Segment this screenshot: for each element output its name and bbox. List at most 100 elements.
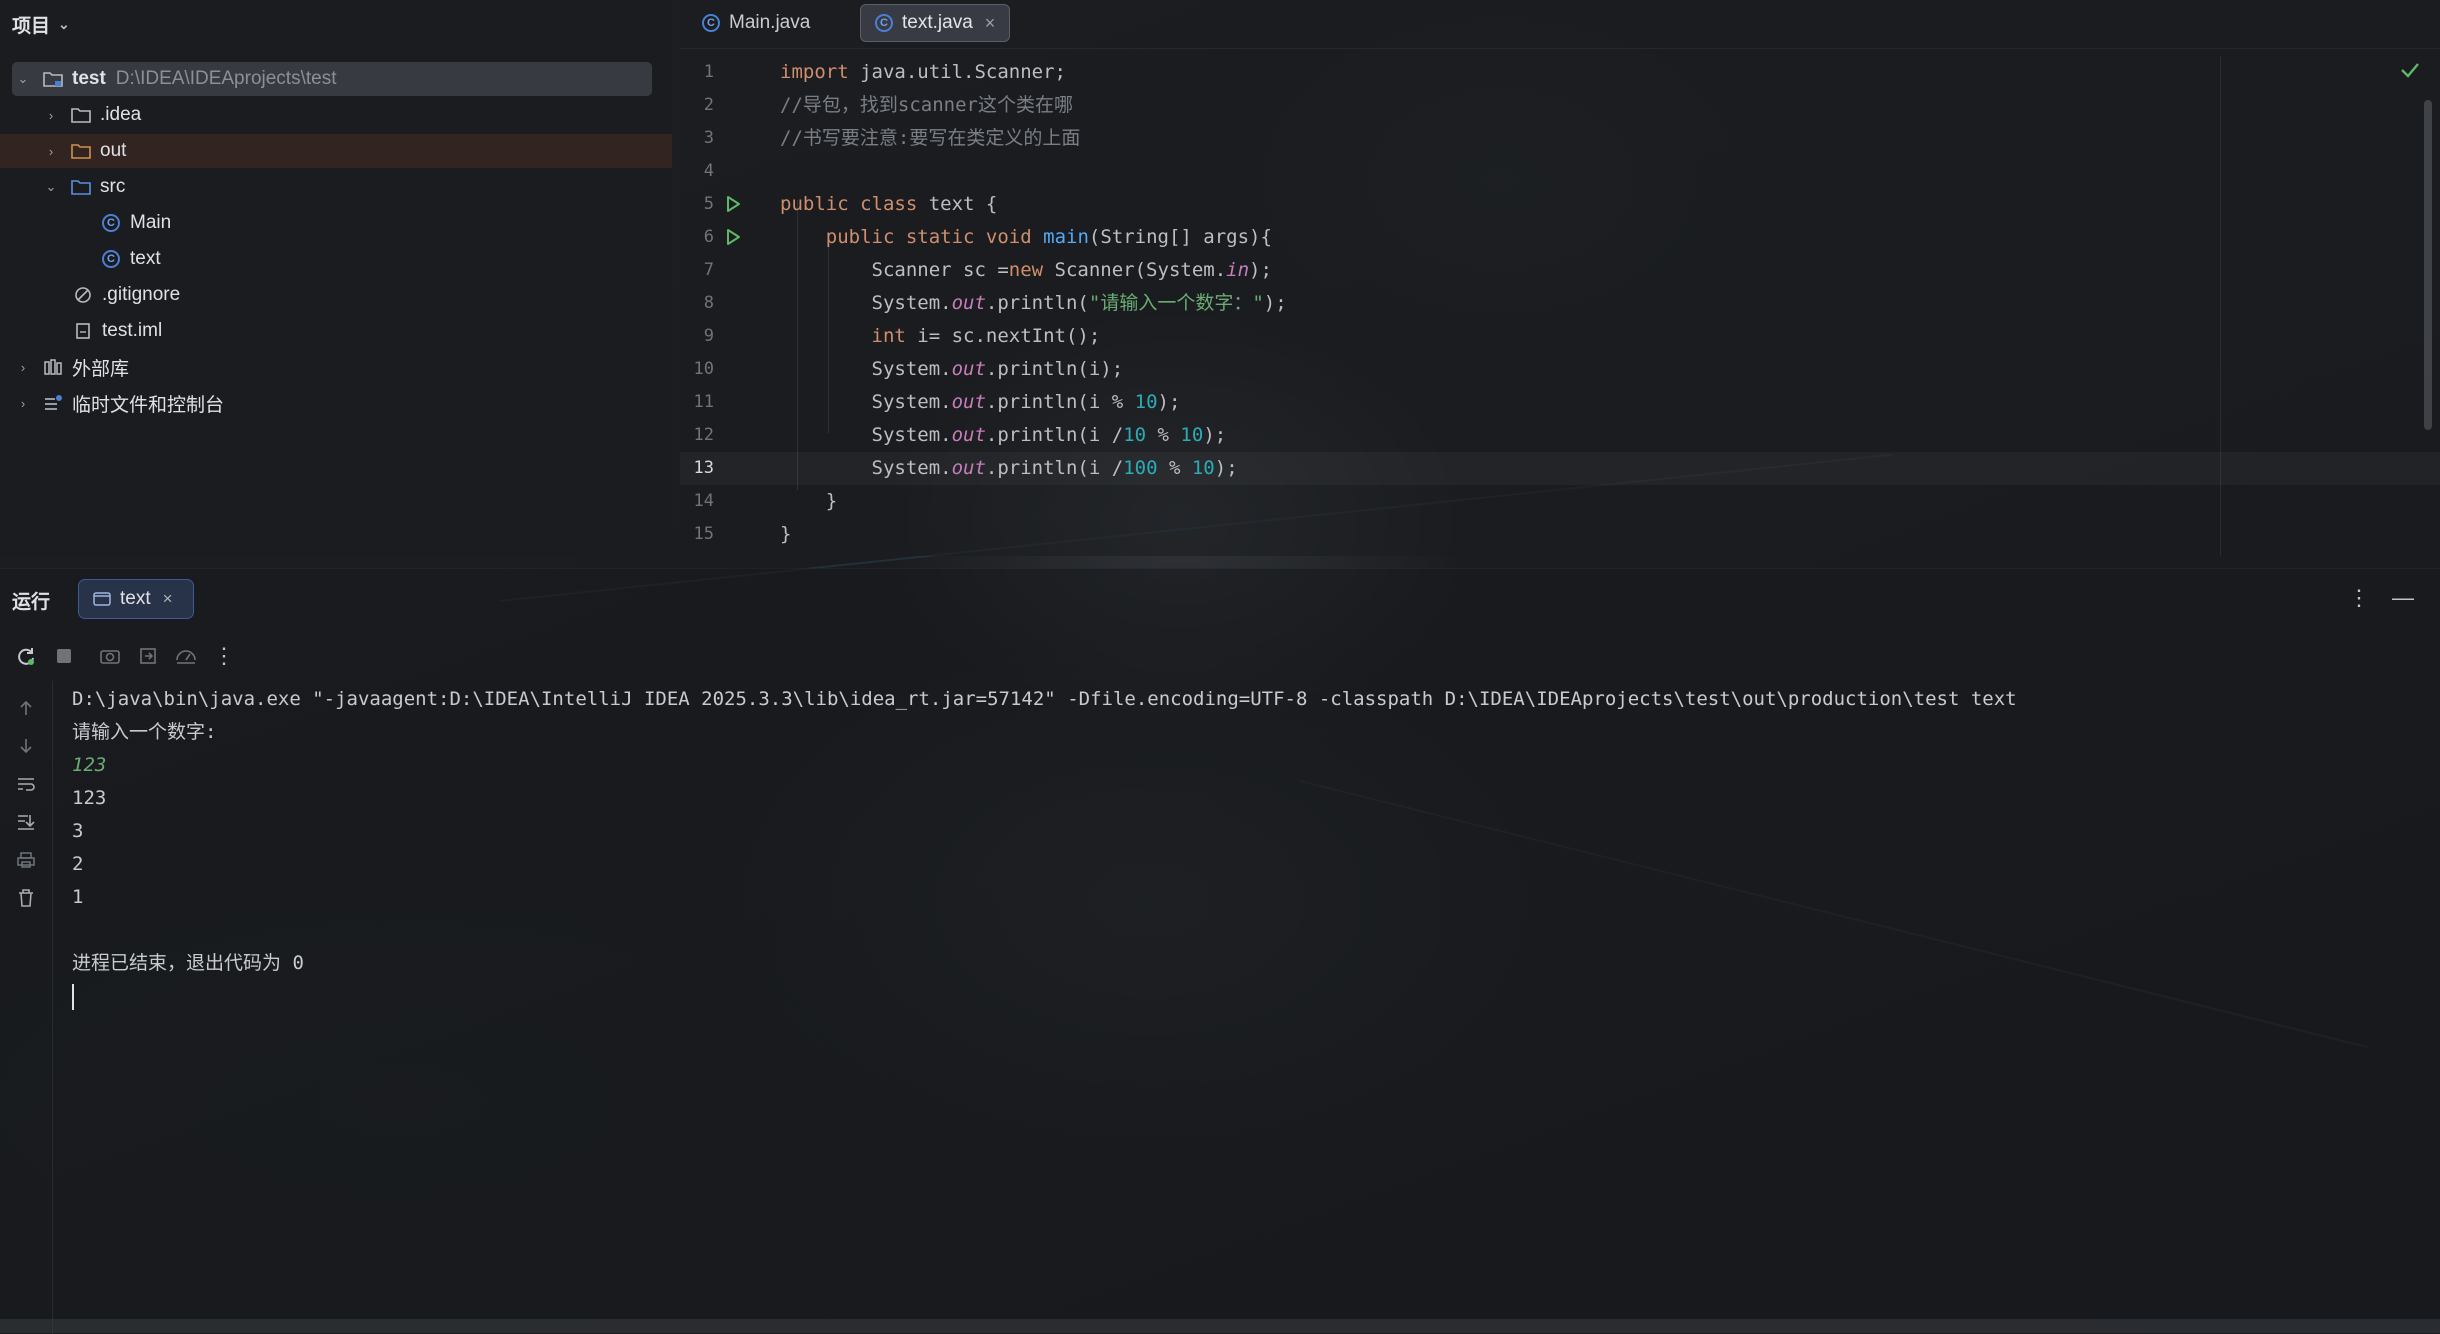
- module-file-icon: [72, 321, 94, 341]
- line-number: 12: [693, 425, 714, 445]
- line-number: 5: [703, 194, 714, 214]
- tree-item-test-iml[interactable]: test.iml: [72, 314, 162, 348]
- tab-label: text.java: [902, 12, 973, 33]
- console-line: 3: [72, 820, 84, 842]
- tree-item-label: src: [100, 176, 126, 197]
- console-user-input: 123: [72, 754, 107, 776]
- tree-item-scratches[interactable]: › 临时文件和控制台: [14, 386, 224, 420]
- code-line: System.out.println(i /10 % 10);: [780, 424, 1227, 446]
- project-panel-title: 项目: [12, 15, 51, 37]
- code-area[interactable]: import java.util.Scanner; //导包，找到scanner…: [680, 56, 2440, 551]
- editor-scrollbar[interactable]: [2424, 100, 2432, 430]
- tree-item-text-class[interactable]: C text: [100, 242, 161, 276]
- code-line: System.out.println(i % 10);: [780, 391, 1181, 413]
- run-class-icon[interactable]: [723, 194, 743, 214]
- code-line: System.out.println(i);: [780, 358, 1124, 380]
- chevron-down-icon[interactable]: ⌄: [58, 16, 70, 33]
- no-problems-check-icon[interactable]: [2400, 62, 2420, 78]
- code-line: int i= sc.nextInt();: [871, 325, 1101, 347]
- run-title: 运行: [12, 592, 51, 613]
- tree-item-gitignore[interactable]: .gitignore: [72, 278, 180, 312]
- source-folder-icon: [70, 177, 92, 197]
- more-options-icon[interactable]: ⋮: [2348, 585, 2370, 611]
- tab-label: Main.java: [729, 12, 811, 33]
- tree-item-label: test.iml: [102, 320, 163, 341]
- tree-item-label: Main: [130, 212, 172, 233]
- chevron-right-icon[interactable]: ›: [42, 144, 60, 159]
- code-line: //导包，找到scanner这个类在哪: [780, 94, 1073, 116]
- run-header: 运行 text × ⋮ —: [0, 569, 2440, 629]
- run-toolbar: ⋮: [0, 633, 314, 679]
- line-number: 1: [703, 62, 714, 82]
- stop-icon[interactable]: [52, 644, 76, 668]
- scroll-up-icon[interactable]: [0, 689, 52, 727]
- close-icon[interactable]: ×: [163, 589, 173, 609]
- line-number: 2: [703, 95, 714, 115]
- code-line: public class text {: [780, 193, 998, 215]
- line-number: 11: [693, 392, 714, 412]
- tree-item-test-root[interactable]: ⌄ test D:\IDEA\IDEAprojects\test: [12, 62, 652, 96]
- code-line: Scanner sc =new Scanner(System.in);: [780, 259, 1272, 281]
- project-panel-header[interactable]: 项目 ⌄: [0, 0, 672, 48]
- soft-wrap-icon[interactable]: [0, 765, 52, 803]
- tree-item-label: 临时文件和控制台: [72, 394, 225, 416]
- code-line-current: System.out.println(i /100 % 10);: [680, 452, 2440, 485]
- line-number: 6: [703, 227, 714, 247]
- tree-item-src[interactable]: ⌄ src: [42, 170, 126, 204]
- more-options-icon[interactable]: ⋮: [212, 643, 236, 668]
- chevron-down-icon[interactable]: ⌄: [14, 71, 32, 87]
- tab-main-java[interactable]: C Main.java: [688, 4, 824, 42]
- console-side-toolbar: [0, 689, 52, 917]
- chevron-right-icon[interactable]: ›: [42, 108, 60, 123]
- line-number: 4: [703, 161, 714, 181]
- line-number: 9: [703, 326, 714, 346]
- minimize-icon[interactable]: —: [2392, 585, 2414, 611]
- java-class-icon: C: [100, 249, 122, 269]
- scratches-icon: [42, 393, 64, 413]
- console-output[interactable]: D:\java\bin\java.exe "-javaagent:D:\IDEA…: [72, 683, 2420, 1013]
- chevron-right-icon[interactable]: ›: [14, 396, 32, 411]
- line-number: 7: [703, 260, 714, 280]
- tree-item-out[interactable]: › out: [0, 134, 672, 168]
- camera-icon[interactable]: [98, 644, 122, 668]
- chevron-right-icon[interactable]: ›: [14, 360, 32, 375]
- console-input-line[interactable]: [72, 980, 2420, 1013]
- scroll-down-icon[interactable]: [0, 727, 52, 765]
- tree-item-label: 外部库: [72, 358, 130, 380]
- run-main-icon[interactable]: [723, 227, 743, 247]
- line-number: 14: [693, 491, 714, 511]
- exit-icon[interactable]: [136, 644, 160, 668]
- tree-item-label: text: [130, 248, 161, 269]
- tree-item-main-class[interactable]: C Main: [100, 206, 171, 240]
- code-line: }: [780, 490, 838, 512]
- code-line: import java.util.Scanner;: [780, 61, 1066, 83]
- line-number: 15: [693, 524, 714, 544]
- code-editor: C Main.java C text.java × 1 2 3 4 5 6 7 …: [680, 0, 2440, 556]
- trash-icon[interactable]: [0, 879, 52, 917]
- close-icon[interactable]: ×: [985, 13, 996, 34]
- chevron-down-icon[interactable]: ⌄: [42, 179, 60, 195]
- horizontal-scrollbar[interactable]: [0, 1319, 2440, 1333]
- tree-item-idea[interactable]: › .idea: [42, 98, 141, 132]
- code-line: System.out.println("请输入一个数字：");: [780, 292, 1287, 314]
- tree-item-external-libraries[interactable]: › 外部库: [14, 350, 129, 384]
- print-icon[interactable]: [0, 841, 52, 879]
- run-tab-label: text: [120, 588, 151, 609]
- line-number: 3: [703, 128, 714, 148]
- excluded-folder-icon: [70, 141, 92, 161]
- line-number: 10: [693, 359, 714, 379]
- run-tool-window: 运行 text × ⋮ — ⋮ D:\java\bin\java.exe "-j…: [0, 568, 2440, 1334]
- folder-icon: [70, 105, 92, 125]
- text-cursor: [72, 983, 74, 1010]
- run-tab-text[interactable]: text ×: [78, 579, 194, 619]
- side-toolbar-divider: [52, 681, 53, 1334]
- rerun-icon[interactable]: [14, 644, 38, 668]
- scroll-to-end-icon[interactable]: [0, 803, 52, 841]
- java-class-icon: C: [702, 14, 720, 32]
- tree-item-path: D:\IDEA\IDEAprojects\test: [115, 68, 337, 89]
- library-icon: [42, 357, 64, 377]
- profiler-icon[interactable]: [174, 644, 198, 668]
- tab-text-java[interactable]: C text.java ×: [860, 4, 1011, 42]
